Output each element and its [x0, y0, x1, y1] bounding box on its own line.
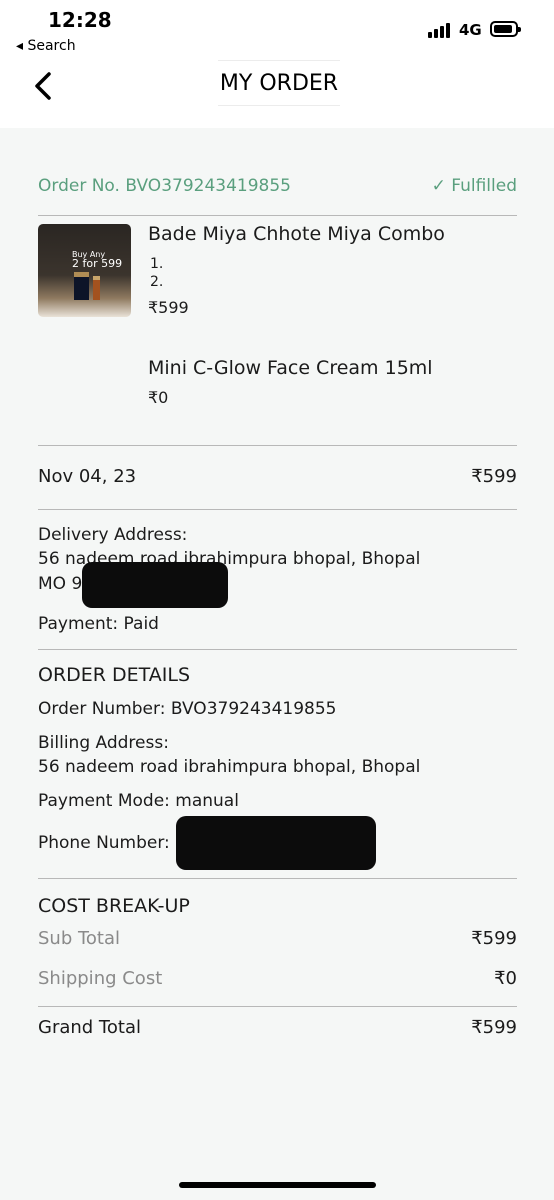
redaction-mark [176, 816, 376, 870]
order-date: Nov 04, 23 [38, 466, 137, 487]
order-date-row: Nov 04, 23 ₹599 [38, 466, 517, 487]
divider [38, 215, 517, 216]
sub-total-row: Sub Total ₹599 [38, 928, 517, 949]
billing-address-label: Billing Address: [38, 733, 169, 753]
payment-status: Payment: Paid [38, 614, 159, 634]
product-name[interactable]: Bade Miya Chhote Miya Combo [148, 223, 445, 245]
product-sub-item: 1. [150, 256, 164, 272]
sub-total-label: Sub Total [38, 928, 121, 949]
status-time: 12:28 [48, 8, 112, 32]
shipping-cost-label: Shipping Cost [38, 968, 163, 989]
battery-icon [490, 21, 521, 37]
page-title: MY ORDER [218, 60, 340, 106]
status-bar: 12:28 ◂ Search 4G [0, 0, 554, 60]
order-number-detail: Order Number: BVO379243419855 [38, 699, 337, 719]
cost-breakup-title: COST BREAK-UP [38, 895, 190, 917]
back-arrow-icon[interactable] [28, 66, 58, 106]
order-header: Order No. BVO379243419855 ✓ Fulfilled [38, 176, 517, 196]
order-total: ₹599 [471, 466, 517, 487]
payment-mode: Payment Mode: manual [38, 791, 239, 811]
divider [38, 878, 517, 879]
redaction-mark [82, 562, 228, 608]
product-name[interactable]: Mini C-Glow Face Cream 15ml [148, 357, 433, 379]
divider [38, 649, 517, 650]
home-indicator[interactable] [179, 1182, 376, 1188]
perfume-vial-icon [93, 276, 100, 300]
perfume-bottle-icon [74, 272, 89, 300]
billing-address: 56 nadeem road ibrahimpura bhopal, Bhopa… [38, 757, 421, 777]
delivery-address-label: Delivery Address: [38, 525, 188, 545]
product-sub-item: 2. [150, 274, 164, 290]
product-price: ₹599 [148, 298, 189, 317]
grand-total-label: Grand Total [38, 1017, 141, 1038]
order-details-title: ORDER DETAILS [38, 664, 191, 686]
grand-total-value: ₹599 [471, 1017, 517, 1038]
divider [38, 445, 517, 446]
nav-bar: MY ORDER [0, 60, 554, 128]
order-status-badge: ✓ Fulfilled [431, 176, 517, 196]
product-image-promo: Buy Any 2 for 599 [72, 250, 123, 270]
phone-number: Phone Number: 90 [38, 833, 197, 853]
sub-total-value: ₹599 [471, 928, 517, 949]
back-to-search-link[interactable]: ◂ Search [16, 38, 76, 54]
grand-total-row: Grand Total ₹599 [38, 1017, 517, 1038]
shipping-cost-row: Shipping Cost ₹0 [38, 968, 517, 989]
product-image[interactable]: Buy Any 2 for 599 [38, 224, 131, 317]
divider [38, 1006, 517, 1007]
signal-icon [428, 22, 454, 38]
shipping-cost-value: ₹0 [494, 968, 517, 989]
divider [38, 509, 517, 510]
network-type: 4G [459, 21, 482, 39]
product-price: ₹0 [148, 388, 169, 407]
order-number-heading: Order No. BVO379243419855 [38, 176, 291, 196]
